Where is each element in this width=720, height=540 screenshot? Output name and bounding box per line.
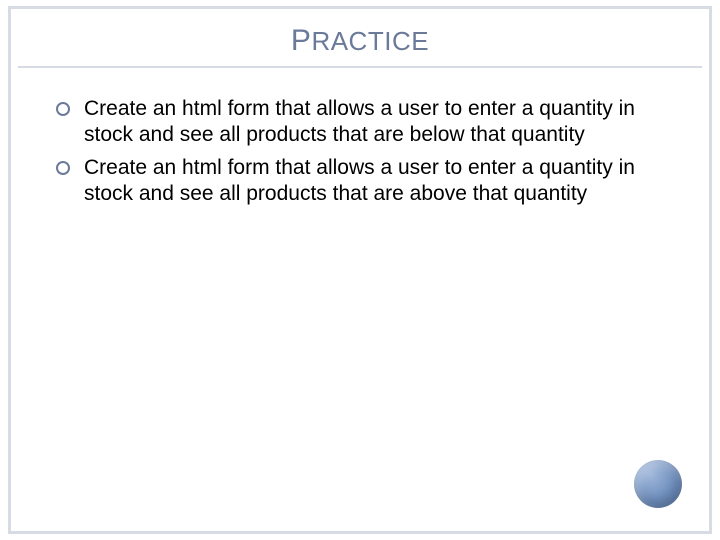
decorative-sphere-icon (634, 460, 682, 508)
border-bottom (8, 531, 712, 534)
list-item: Create an html form that allows a user t… (56, 96, 660, 149)
slide: PRACTICE Create an html form that allows… (0, 0, 720, 540)
content-area: Create an html form that allows a user t… (56, 96, 660, 213)
border-right (709, 6, 712, 534)
list-item: Create an html form that allows a user t… (56, 155, 660, 208)
title-underline (18, 66, 702, 68)
bullet-icon (56, 96, 84, 149)
bullet-text: Create an html form that allows a user t… (84, 155, 660, 208)
title-leading-char: P (291, 24, 312, 57)
title-rest: RACTICE (311, 26, 429, 56)
slide-title: PRACTICE (0, 24, 720, 58)
border-top (8, 6, 712, 9)
border-left (8, 6, 11, 534)
bullet-icon (56, 155, 84, 208)
bullet-text: Create an html form that allows a user t… (84, 96, 660, 149)
